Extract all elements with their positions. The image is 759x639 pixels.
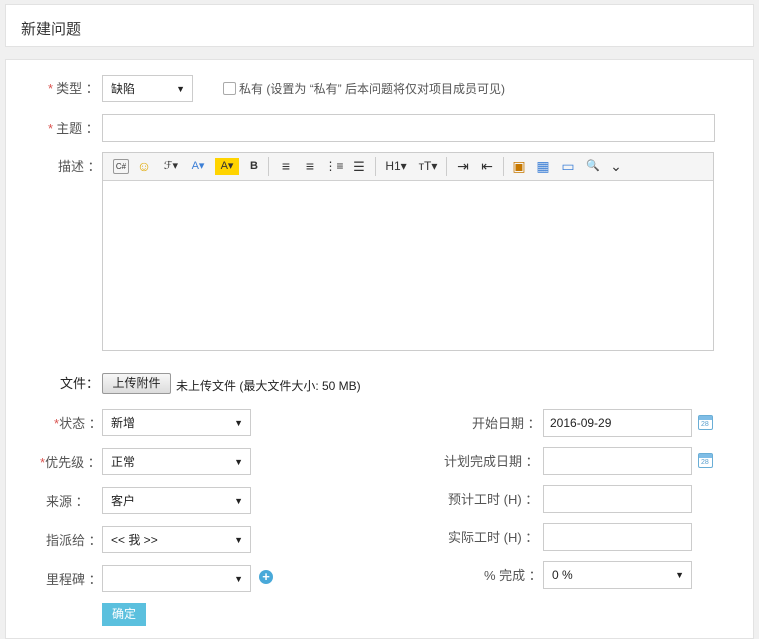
milestone-label: 里程碑 ： bbox=[46, 572, 102, 587]
preview-icon[interactable]: 🔍 bbox=[584, 158, 602, 175]
font-color-icon[interactable]: A▾ bbox=[187, 158, 209, 175]
due-date-input[interactable] bbox=[543, 447, 692, 475]
chevron-down-icon: ▼ bbox=[675, 570, 684, 580]
chevron-down-icon: ▼ bbox=[176, 84, 185, 94]
chevron-down-icon: ▼ bbox=[234, 535, 243, 545]
due-date-label: 计划完成日期 ： bbox=[444, 454, 539, 469]
toolbar-divider bbox=[375, 157, 376, 176]
description-label: 描述 ： bbox=[58, 159, 101, 174]
priority-select[interactable]: 正常 ▼ bbox=[102, 448, 251, 475]
align-left-icon[interactable]: ≡ bbox=[277, 158, 295, 175]
subject-input[interactable] bbox=[102, 114, 715, 142]
done-ratio-label: % 完成 ： bbox=[484, 568, 542, 583]
spent-hours-label: 实际工时 (H) ： bbox=[448, 530, 539, 545]
table-icon[interactable]: ▦ bbox=[534, 158, 552, 175]
add-milestone-icon[interactable]: + bbox=[259, 570, 273, 584]
priority-label: *优先级 ： bbox=[40, 455, 101, 470]
assignee-select[interactable]: << 我 >> ▼ bbox=[102, 526, 251, 553]
page-header: 新建问题 bbox=[5, 4, 754, 47]
outdent-icon[interactable]: ⇤ bbox=[478, 158, 496, 175]
font-family-icon[interactable]: ℱ▾ bbox=[160, 158, 182, 175]
subject-label: * 主题 ： bbox=[48, 121, 99, 136]
editor-content[interactable] bbox=[103, 181, 713, 350]
emoji-icon[interactable]: ☺ bbox=[135, 158, 153, 175]
toolbar-divider bbox=[446, 157, 447, 176]
upload-attachment-button[interactable]: 上传附件 bbox=[102, 373, 171, 394]
source-label: 来源 ： bbox=[46, 494, 89, 509]
status-label: *状态 ： bbox=[54, 416, 102, 431]
unordered-list-icon[interactable]: ☰ bbox=[350, 158, 368, 175]
file-status: 未上传文件 (最大文件大小: 50 MB) bbox=[176, 379, 361, 393]
calendar-icon[interactable]: 28 bbox=[698, 415, 713, 430]
chevron-down-icon: ▼ bbox=[234, 457, 243, 467]
heading-icon[interactable]: H1▾ bbox=[383, 158, 409, 175]
issue-form: * 类型 ： 缺陷 ▼ 私有 (设置为 “私有” 后本问题将仅对项目成员可见) * 主… bbox=[5, 59, 754, 639]
private-checkbox[interactable] bbox=[223, 82, 236, 95]
indent-icon[interactable]: ⇥ bbox=[454, 158, 472, 175]
start-date-input[interactable]: 2016-09-29 bbox=[543, 409, 692, 437]
chevron-down-icon: ▼ bbox=[234, 418, 243, 428]
done-ratio-select[interactable]: 0 % ▼ bbox=[543, 561, 692, 589]
type-select[interactable]: 缺陷 ▼ bbox=[102, 75, 193, 102]
assignee-label: 指派给 ： bbox=[46, 533, 102, 548]
spent-hours-input[interactable] bbox=[543, 523, 692, 551]
toolbar-divider bbox=[268, 157, 269, 176]
start-date-label: 开始日期 ： bbox=[472, 416, 541, 431]
chevron-down-icon: ▼ bbox=[234, 574, 243, 584]
toolbar-divider bbox=[503, 157, 504, 176]
media-icon[interactable]: ▭ bbox=[558, 158, 578, 175]
estimated-hours-input[interactable] bbox=[543, 485, 692, 513]
code-icon[interactable]: C# bbox=[113, 159, 129, 174]
more-icon[interactable]: ⌄ bbox=[608, 158, 624, 175]
calendar-icon[interactable]: 28 bbox=[698, 453, 713, 468]
align-center-icon[interactable]: ≡ bbox=[301, 158, 319, 175]
page-title: 新建问题 bbox=[21, 21, 82, 38]
estimated-hours-label: 预计工时 (H) ： bbox=[448, 492, 539, 507]
chevron-down-icon: ▼ bbox=[234, 496, 243, 506]
file-label: 文件： bbox=[60, 376, 100, 391]
highlight-icon[interactable]: A▾ bbox=[215, 158, 239, 175]
description-editor: C# ☺ ℱ▾ A▾ A▾ B ≡ ≡ ⋮≡ ☰ H1▾ ᴛT▾ ⇥ ⇤ ▣ ▦… bbox=[102, 152, 714, 351]
bold-icon[interactable]: B bbox=[247, 158, 261, 175]
submit-button[interactable]: 确定 bbox=[102, 603, 146, 626]
ordered-list-icon[interactable]: ⋮≡ bbox=[324, 158, 344, 175]
image-icon[interactable]: ▣ bbox=[510, 158, 528, 175]
source-select[interactable]: 客户 ▼ bbox=[102, 487, 251, 514]
type-label: * 类型 ： bbox=[48, 81, 99, 96]
private-label: 私有 (设置为 “私有” 后本问题将仅对项目成员可见) bbox=[239, 82, 506, 96]
editor-toolbar: C# ☺ ℱ▾ A▾ A▾ B ≡ ≡ ⋮≡ ☰ H1▾ ᴛT▾ ⇥ ⇤ ▣ ▦… bbox=[103, 153, 713, 181]
milestone-select[interactable]: ▼ bbox=[102, 565, 251, 592]
font-size-icon[interactable]: ᴛT▾ bbox=[415, 158, 441, 175]
status-select[interactable]: 新增 ▼ bbox=[102, 409, 251, 436]
